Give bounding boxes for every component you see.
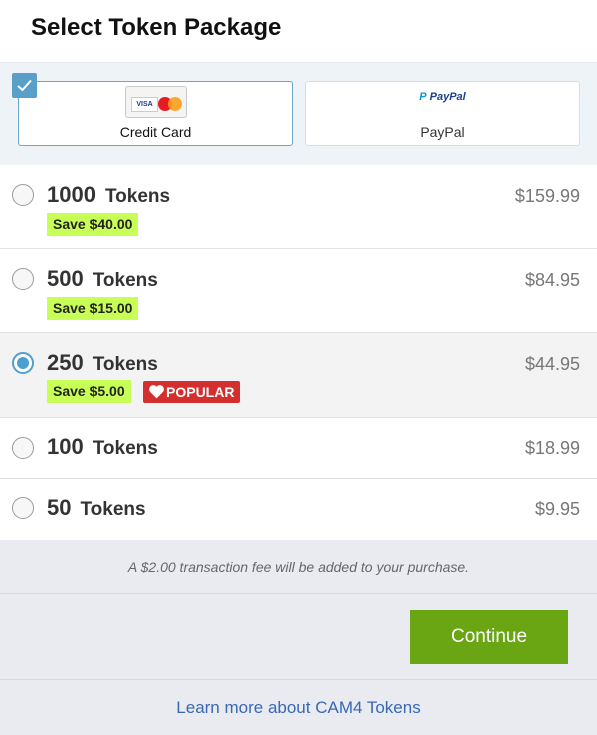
checkout-footer: A $2.00 transaction fee will be added to… (0, 540, 597, 735)
savings-badge: Save $5.00 (47, 380, 131, 403)
continue-button[interactable]: Continue (410, 610, 568, 664)
learn-more-link[interactable]: Learn more about CAM4 Tokens (0, 698, 597, 718)
token-package-100[interactable]: 100 Tokens $18.99 (0, 418, 597, 479)
token-package-50[interactable]: 50 Tokens $9.95 (0, 479, 597, 540)
package-radio[interactable] (12, 437, 34, 459)
package-amount: 50 Tokens (47, 495, 146, 520)
visa-logo: VISA (131, 97, 158, 112)
package-price: $84.95 (524, 270, 580, 290)
package-amount: 250 Tokens (47, 350, 158, 375)
token-package-500[interactable]: 500 Tokens $84.95 Save $15.00 (0, 249, 597, 333)
package-amount: 100 Tokens (47, 434, 158, 459)
package-amount: 500 Tokens (47, 266, 158, 291)
payment-option-paypal[interactable]: P PayPal PayPal (305, 81, 580, 146)
selected-check-icon (12, 73, 37, 98)
savings-badge: Save $40.00 (47, 213, 139, 236)
transaction-fee-note: A $2.00 transaction fee will be added to… (127, 559, 470, 575)
mastercard-logo (158, 97, 182, 111)
payment-option-label: PayPal (420, 124, 465, 140)
popular-badge: POPULAR (143, 381, 241, 403)
credit-card-logos-icon: VISA (125, 86, 187, 118)
payment-method-section: VISA Credit Card P PayPal PayPal (0, 62, 597, 166)
divider (0, 679, 597, 680)
paypal-logo-icon: P PayPal (419, 91, 466, 103)
package-price: $9.95 (534, 499, 580, 519)
package-radio[interactable] (12, 268, 34, 290)
package-price: $44.95 (524, 354, 580, 374)
package-price: $159.99 (514, 186, 580, 206)
package-radio[interactable] (12, 184, 34, 206)
token-package-1000[interactable]: 1000 Tokens $159.99 Save $40.00 (0, 165, 597, 249)
divider (0, 593, 597, 594)
savings-badge: Save $15.00 (47, 297, 139, 320)
package-radio[interactable] (12, 497, 34, 519)
payment-option-credit-card[interactable]: VISA Credit Card (18, 81, 293, 146)
package-radio-selected[interactable] (12, 352, 34, 374)
page-title: Select Token Package (31, 14, 282, 41)
token-package-250[interactable]: 250 Tokens $44.95 Save $5.00 POPULAR (0, 333, 597, 418)
package-price: $18.99 (524, 438, 580, 458)
payment-option-label: Credit Card (119, 124, 192, 140)
heart-icon (149, 385, 164, 399)
package-amount: 1000 Tokens (47, 182, 171, 207)
